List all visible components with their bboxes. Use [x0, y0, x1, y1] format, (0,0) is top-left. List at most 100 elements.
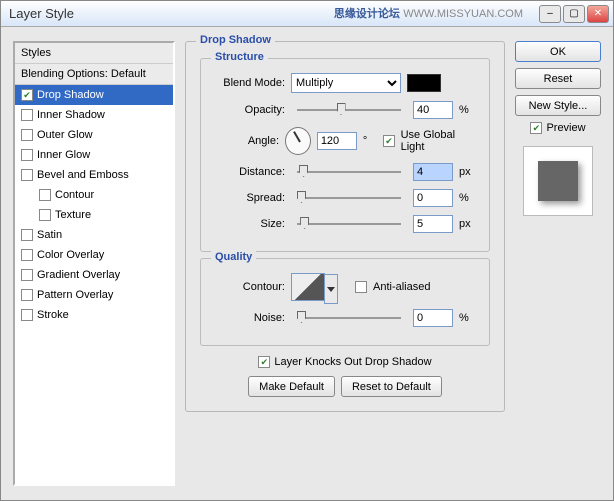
structure-group: Structure Blend Mode: Multiply Opacity: …	[200, 58, 490, 252]
style-label: Contour	[55, 189, 94, 201]
noise-label: Noise:	[215, 312, 285, 324]
style-item-contour[interactable]: Contour	[15, 185, 173, 205]
style-item-inner-glow[interactable]: Inner Glow	[15, 145, 173, 165]
new-style-button[interactable]: New Style...	[515, 95, 601, 116]
style-label: Pattern Overlay	[37, 289, 113, 301]
distance-label: Distance:	[215, 166, 285, 178]
right-panel: OK Reset New Style... Preview	[515, 41, 601, 486]
style-label: Satin	[37, 229, 62, 241]
content: Styles Blending Options: Default Drop Sh…	[1, 27, 613, 500]
style-item-satin[interactable]: Satin	[15, 225, 173, 245]
styles-panel: Styles Blending Options: Default Drop Sh…	[13, 41, 175, 486]
knocks-out-checkbox[interactable]	[258, 356, 270, 368]
settings-panel: Drop Shadow Structure Blend Mode: Multip…	[185, 41, 505, 486]
style-item-bevel-and-emboss[interactable]: Bevel and Emboss	[15, 165, 173, 185]
minimize-button[interactable]: –	[539, 5, 561, 23]
preview-label: Preview	[546, 122, 585, 134]
spread-unit: %	[459, 192, 475, 204]
noise-slider[interactable]	[297, 311, 401, 325]
ok-button[interactable]: OK	[515, 41, 601, 62]
style-label: Drop Shadow	[37, 89, 104, 101]
preview-swatch	[538, 161, 578, 201]
noise-unit: %	[459, 312, 475, 324]
angle-unit: °	[363, 135, 378, 147]
contour-picker[interactable]	[291, 273, 325, 301]
drop-shadow-title: Drop Shadow	[196, 34, 275, 46]
style-item-texture[interactable]: Texture	[15, 205, 173, 225]
contour-label: Contour:	[215, 281, 285, 293]
shadow-color-swatch[interactable]	[407, 74, 441, 92]
antialiased-checkbox[interactable]	[355, 281, 367, 293]
distance-input[interactable]	[413, 163, 453, 181]
distance-unit: px	[459, 166, 475, 178]
blend-mode-select[interactable]: Multiply	[291, 73, 401, 93]
style-label: Inner Glow	[37, 149, 90, 161]
window-buttons: – ▢ ✕	[539, 5, 609, 23]
size-input[interactable]	[413, 215, 453, 233]
quality-group: Quality Contour: Anti-aliased Noise: %	[200, 258, 490, 346]
quality-title: Quality	[211, 251, 256, 263]
style-checkbox[interactable]	[39, 189, 51, 201]
spread-slider[interactable]	[297, 191, 401, 205]
style-checkbox[interactable]	[21, 109, 33, 121]
style-checkbox[interactable]	[21, 249, 33, 261]
reset-button[interactable]: Reset	[515, 68, 601, 89]
blend-mode-label: Blend Mode:	[215, 77, 285, 89]
use-global-light-checkbox[interactable]	[383, 135, 394, 147]
style-checkbox[interactable]	[21, 129, 33, 141]
style-item-stroke[interactable]: Stroke	[15, 305, 173, 325]
style-item-pattern-overlay[interactable]: Pattern Overlay	[15, 285, 173, 305]
style-item-color-overlay[interactable]: Color Overlay	[15, 245, 173, 265]
drop-shadow-group: Drop Shadow Structure Blend Mode: Multip…	[185, 41, 505, 412]
style-label: Inner Shadow	[37, 109, 105, 121]
maximize-button[interactable]: ▢	[563, 5, 585, 23]
opacity-label: Opacity:	[215, 104, 285, 116]
use-global-light-label: Use Global Light	[401, 129, 475, 153]
style-item-drop-shadow[interactable]: Drop Shadow	[15, 85, 173, 105]
watermark: 思缘设计论坛 WWW.MISSYUAN.COM	[334, 5, 523, 21]
size-unit: px	[459, 218, 475, 230]
style-checkbox[interactable]	[21, 89, 33, 101]
style-checkbox[interactable]	[21, 269, 33, 281]
reset-default-button[interactable]: Reset to Default	[341, 376, 442, 397]
style-checkbox[interactable]	[21, 149, 33, 161]
blending-options[interactable]: Blending Options: Default	[15, 64, 173, 85]
antialiased-label: Anti-aliased	[373, 281, 430, 293]
angle-input[interactable]	[317, 132, 357, 150]
size-slider[interactable]	[297, 217, 401, 231]
style-item-outer-glow[interactable]: Outer Glow	[15, 125, 173, 145]
make-default-button[interactable]: Make Default	[248, 376, 335, 397]
style-label: Gradient Overlay	[37, 269, 120, 281]
style-checkbox[interactable]	[21, 309, 33, 321]
style-checkbox[interactable]	[39, 209, 51, 221]
style-label: Texture	[55, 209, 91, 221]
style-label: Color Overlay	[37, 249, 104, 261]
style-label: Outer Glow	[37, 129, 93, 141]
structure-title: Structure	[211, 51, 268, 63]
styles-header[interactable]: Styles	[15, 43, 173, 64]
distance-slider[interactable]	[297, 165, 401, 179]
style-label: Bevel and Emboss	[37, 169, 129, 181]
angle-label: Angle:	[215, 135, 279, 147]
angle-dial[interactable]	[285, 127, 311, 155]
titlebar: Layer Style 思缘设计论坛 WWW.MISSYUAN.COM – ▢ …	[1, 1, 613, 27]
style-label: Stroke	[37, 309, 69, 321]
size-label: Size:	[215, 218, 285, 230]
style-checkbox[interactable]	[21, 229, 33, 241]
style-item-gradient-overlay[interactable]: Gradient Overlay	[15, 265, 173, 285]
knocks-out-label: Layer Knocks Out Drop Shadow	[274, 356, 431, 368]
opacity-input[interactable]	[413, 101, 453, 119]
preview-checkbox[interactable]	[530, 122, 542, 134]
style-checkbox[interactable]	[21, 289, 33, 301]
close-button[interactable]: ✕	[587, 5, 609, 23]
opacity-slider[interactable]	[297, 103, 401, 117]
style-item-inner-shadow[interactable]: Inner Shadow	[15, 105, 173, 125]
preview-box	[523, 146, 593, 216]
opacity-unit: %	[459, 104, 475, 116]
layer-style-window: Layer Style 思缘设计论坛 WWW.MISSYUAN.COM – ▢ …	[0, 0, 614, 501]
spread-input[interactable]	[413, 189, 453, 207]
noise-input[interactable]	[413, 309, 453, 327]
window-title: Layer Style	[9, 6, 74, 21]
spread-label: Spread:	[215, 192, 285, 204]
style-checkbox[interactable]	[21, 169, 33, 181]
